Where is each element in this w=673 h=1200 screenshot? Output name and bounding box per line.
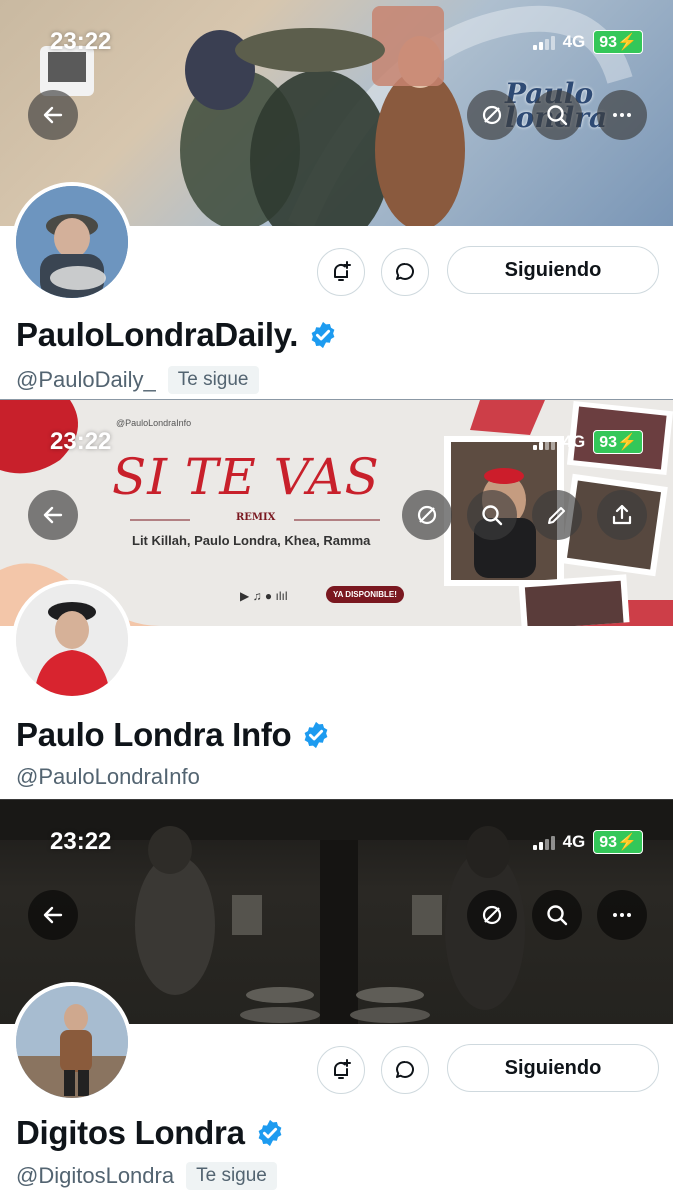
status-indicators: 4G 93⚡ <box>532 830 643 854</box>
search-button[interactable] <box>467 490 517 540</box>
hide-icon <box>482 905 502 925</box>
profile-panel-digitoslondra: 23:22 4G 93⚡ Siguiendo Digitos Londra @D… <box>0 800 673 1200</box>
search-button[interactable] <box>532 890 582 940</box>
signal-icon <box>532 434 555 450</box>
battery-indicator: 93⚡ <box>593 30 643 54</box>
profile-handle: @PauloDaily_ <box>16 367 156 392</box>
back-arrow-icon <box>43 106 63 124</box>
verified-icon <box>258 1119 281 1147</box>
hide-button[interactable] <box>467 890 517 940</box>
profile-name-text: Digitos Londra <box>16 1114 245 1151</box>
banner-badge: YA DISPONIBLE! <box>326 586 404 603</box>
profile-handle: @PauloLondraInfo <box>16 764 200 789</box>
following-button[interactable]: Siguiendo <box>447 1044 659 1092</box>
battery-indicator: 93⚡ <box>593 430 643 454</box>
banner-platform-icons: ▶ ♫ ● ılıl <box>240 589 288 603</box>
message-icon <box>396 263 414 280</box>
avatar-image <box>16 584 128 696</box>
notify-button[interactable] <box>317 248 365 296</box>
search-icon <box>547 105 568 126</box>
follows-you-badge: Te sigue <box>186 1162 277 1190</box>
signal-icon <box>532 834 555 850</box>
message-button[interactable] <box>381 248 429 296</box>
signal-icon <box>532 34 555 50</box>
network-label: 4G <box>562 832 586 851</box>
edit-icon <box>548 507 565 524</box>
back-arrow-icon <box>43 506 63 524</box>
more-icon <box>613 113 631 117</box>
avatar-image <box>16 986 128 1098</box>
banner-artists: Lit Killah, Paulo Londra, Khea, Ramma <box>132 533 371 548</box>
hide-button[interactable] <box>402 490 452 540</box>
status-time: 23:22 <box>50 28 112 55</box>
bell-plus-icon <box>333 1059 351 1079</box>
back-button[interactable] <box>28 890 78 940</box>
status-time: 23:22 <box>50 428 112 455</box>
profile-name: PauloLondraDaily. <box>16 316 338 354</box>
search-icon <box>482 505 503 526</box>
profile-panel-paulolondrainfo: @PauloLondraInfo SI TE VAS REMIX Lit Kil… <box>0 400 673 800</box>
profile-name: Paulo Londra Info <box>16 716 331 754</box>
more-icon <box>613 913 631 917</box>
share-icon <box>612 504 632 525</box>
back-button[interactable] <box>28 490 78 540</box>
share-button[interactable] <box>597 490 647 540</box>
search-icon <box>547 905 568 926</box>
status-indicators: 4G 93⚡ <box>532 430 643 454</box>
profile-name-text: PauloLondraDaily. <box>16 316 299 353</box>
avatar[interactable] <box>12 982 132 1102</box>
network-label: 4G <box>562 432 586 451</box>
avatar[interactable] <box>12 580 132 700</box>
banner-title: SI TE VAS <box>112 448 380 506</box>
notify-button[interactable] <box>317 1046 365 1094</box>
profile-handle-row: @PauloLondraInfo <box>16 764 200 790</box>
banner-subtitle: REMIX <box>236 512 276 523</box>
following-button[interactable]: Siguiendo <box>447 246 659 294</box>
battery-indicator: 93⚡ <box>593 830 643 854</box>
more-button[interactable] <box>597 890 647 940</box>
profile-name-text: Paulo Londra Info <box>16 716 292 753</box>
profile-handle-row: @PauloDaily_ Te sigue <box>16 366 259 394</box>
profile-handle-row: @DigitosLondra Te sigue <box>16 1162 277 1190</box>
banner-credit: @PauloLondraInfo <box>116 418 192 428</box>
hide-icon <box>417 505 437 525</box>
profile-name: Digitos Londra <box>16 1114 285 1152</box>
status-indicators: 4G 93⚡ <box>532 30 643 54</box>
back-button[interactable] <box>28 90 78 140</box>
avatar-image <box>16 186 128 298</box>
profile-handle: @DigitosLondra <box>16 1163 175 1188</box>
back-arrow-icon <box>43 906 63 924</box>
message-button[interactable] <box>381 1046 429 1094</box>
edit-button[interactable] <box>532 490 582 540</box>
network-label: 4G <box>562 32 586 51</box>
hide-button[interactable] <box>467 90 517 140</box>
profile-panel-paulolondradaily: Paulo londra 23:22 4G 93⚡ <box>0 0 673 400</box>
verified-icon <box>311 321 335 349</box>
follows-you-badge: Te sigue <box>167 366 259 394</box>
verified-icon <box>305 721 328 749</box>
bell-plus-icon <box>333 261 351 281</box>
status-time: 23:22 <box>50 828 112 855</box>
more-button[interactable] <box>597 90 647 140</box>
avatar[interactable] <box>12 182 132 302</box>
search-button[interactable] <box>532 90 582 140</box>
hide-icon <box>482 105 502 125</box>
message-icon <box>396 1061 414 1078</box>
